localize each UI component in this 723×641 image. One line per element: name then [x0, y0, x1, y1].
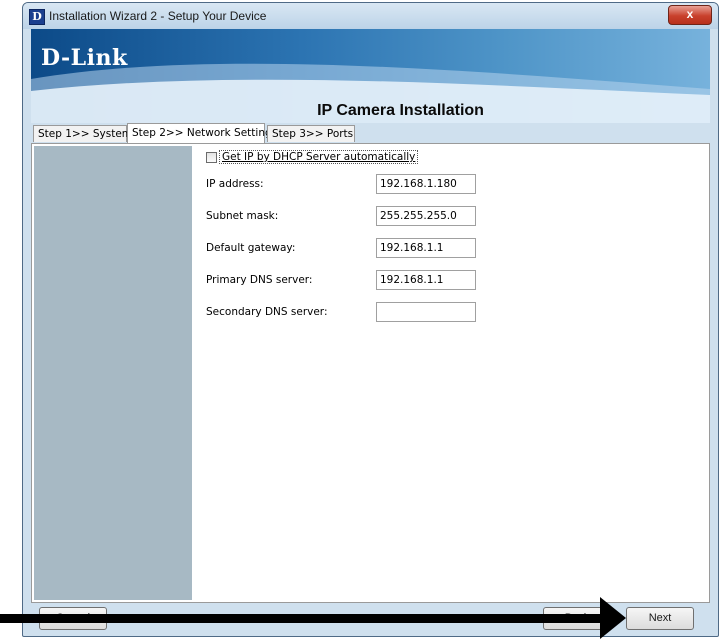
dlink-logo: D-Link — [41, 45, 128, 71]
window-title: Installation Wizard 2 - Setup Your Devic… — [49, 9, 267, 23]
ip-address-row: IP address: 192.168.1.180 — [206, 174, 506, 196]
page-title: IP Camera Installation — [317, 102, 484, 119]
tab-step2-network-setting[interactable]: Step 2>> Network Setting — [127, 123, 272, 143]
subnet-mask-label: Subnet mask: — [206, 210, 279, 222]
cancel-button[interactable]: Cancel — [39, 607, 107, 630]
sidebar-panel — [34, 146, 192, 600]
primary-dns-label: Primary DNS server: — [206, 274, 313, 286]
tab-step1-system[interactable]: Step 1>> System — [33, 125, 132, 142]
default-gateway-input[interactable]: 192.168.1.1 — [376, 238, 476, 258]
step-tabs: Step 1>> System Step 2>> Network Setting… — [31, 123, 710, 143]
subnet-mask-row: Subnet mask: 255.255.255.0 — [206, 206, 506, 228]
close-button[interactable]: x — [668, 5, 712, 25]
default-gateway-label: Default gateway: — [206, 242, 296, 254]
next-button[interactable]: Next — [626, 607, 694, 630]
button-bar: Cancel Back Next — [31, 603, 710, 633]
dhcp-option[interactable]: Get IP by DHCP Server automatically — [206, 150, 419, 166]
tab-step3-ports[interactable]: Step 3>> Ports — [267, 125, 355, 142]
wizard-window: D Installation Wizard 2 - Setup Your Dev… — [22, 2, 719, 637]
dlink-app-icon: D — [29, 9, 45, 25]
primary-dns-row: Primary DNS server: 192.168.1.1 — [206, 270, 506, 292]
title-bar[interactable]: D Installation Wizard 2 - Setup Your Dev… — [23, 3, 718, 29]
header-banner: D-Link IP Camera Installation — [31, 29, 710, 123]
primary-dns-input[interactable]: 192.168.1.1 — [376, 270, 476, 290]
back-button[interactable]: Back — [543, 607, 611, 630]
default-gateway-row: Default gateway: 192.168.1.1 — [206, 238, 506, 260]
secondary-dns-row: Secondary DNS server: — [206, 302, 506, 324]
dhcp-checkbox[interactable] — [206, 151, 217, 163]
secondary-dns-label: Secondary DNS server: — [206, 306, 328, 318]
dhcp-checkbox-label[interactable]: Get IP by DHCP Server automatically — [219, 150, 419, 164]
ip-address-input[interactable]: 192.168.1.180 — [376, 174, 476, 194]
secondary-dns-input[interactable] — [376, 302, 476, 322]
network-setting-panel: Get IP by DHCP Server automatically IP a… — [31, 143, 710, 603]
subnet-mask-input[interactable]: 255.255.255.0 — [376, 206, 476, 226]
ip-address-label: IP address: — [206, 178, 264, 190]
